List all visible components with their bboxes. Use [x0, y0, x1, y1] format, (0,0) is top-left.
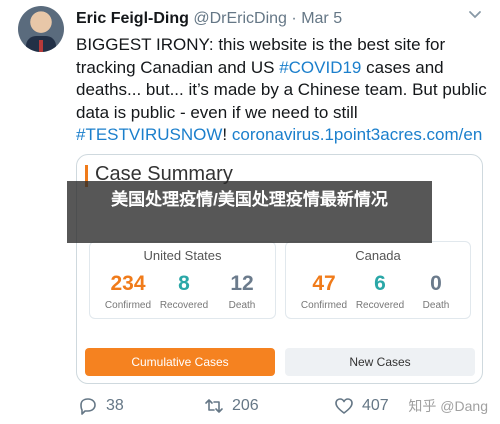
- death-label: Death: [422, 300, 450, 311]
- canada-death-value: 0: [430, 272, 442, 295]
- stat-death: 0 Death: [406, 272, 466, 311]
- avatar[interactable]: [18, 6, 64, 52]
- tweet-line: deaths... but... it’s made by a Chinese …: [76, 80, 487, 99]
- tweet-line: data is public - even if we need to stil…: [76, 102, 358, 122]
- tweet-link[interactable]: coronavirus.1point3acres.com/en: [232, 125, 482, 144]
- tweet-header: Eric Feigl-Ding @DrEricDing · Mar 5: [76, 10, 342, 30]
- cumulative-cases-button[interactable]: Cumulative Cases: [85, 348, 275, 376]
- tweet-text: BIGGEST IRONY: this website is the best …: [76, 34, 487, 147]
- canada-confirmed-value: 47: [312, 272, 336, 295]
- confirmed-label: Confirmed: [300, 300, 348, 311]
- retweet-icon: [205, 399, 223, 413]
- panel-title-canada: Canada: [355, 248, 401, 263]
- caption-text: 美国处理疫情/美国处理疫情最新情况: [111, 190, 388, 209]
- stat-recovered: 6 Recovered: [350, 272, 410, 311]
- header-separator: ·: [291, 10, 297, 27]
- avatar-tie: [39, 40, 43, 52]
- us-confirmed-value: 234: [110, 272, 146, 295]
- tweet-line: tracking Canadian and US #COVID19 cases …: [76, 57, 444, 77]
- stat-confirmed: 234 Confirmed: [98, 272, 158, 311]
- reply-count: 38: [106, 397, 124, 414]
- us-summary-panel: United States 234 Confirmed 8 Recovered …: [89, 241, 276, 319]
- tweet-date[interactable]: Mar 5: [301, 10, 342, 27]
- heart-icon: [335, 398, 353, 414]
- watermark: 知乎 @Dang: [408, 398, 488, 414]
- like-button[interactable]: 407: [334, 396, 389, 416]
- confirmed-label: Confirmed: [104, 300, 152, 311]
- retweet-count: 206: [232, 397, 259, 414]
- like-count: 407: [362, 397, 389, 414]
- reply-icon: [80, 398, 96, 415]
- author-name[interactable]: Eric Feigl-Ding: [76, 10, 189, 27]
- new-cases-button[interactable]: New Cases: [285, 348, 475, 376]
- panel-title-us: United States: [143, 248, 222, 263]
- us-recovered-value: 8: [178, 272, 190, 295]
- tweet-line: BIGGEST IRONY: this website is the best …: [76, 35, 446, 54]
- tweet-line: #TESTVIRUSNOW! coronavirus.1point3acres.…: [76, 125, 483, 144]
- death-label: Death: [228, 300, 256, 311]
- hashtag-testvirusnow[interactable]: #TESTVIRUSNOW: [76, 125, 222, 144]
- canada-summary-panel: Canada 47 Confirmed 6 Recovered 0 Death: [285, 241, 471, 319]
- canada-recovered-value: 6: [374, 272, 386, 295]
- us-death-value: 12: [230, 272, 254, 295]
- caption-overlay: 美国处理疫情/美国处理疫情最新情况: [67, 181, 432, 243]
- recovered-label: Recovered: [355, 300, 405, 311]
- recovered-label: Recovered: [159, 300, 209, 311]
- author-handle[interactable]: @DrEricDing: [193, 10, 287, 27]
- chevron-down-icon[interactable]: [468, 8, 482, 22]
- stat-recovered: 8 Recovered: [154, 272, 214, 311]
- stat-confirmed: 47 Confirmed: [294, 272, 354, 311]
- reply-button[interactable]: 38: [78, 396, 124, 416]
- stat-death: 12 Death: [212, 272, 272, 311]
- hashtag-covid19[interactable]: #COVID19: [279, 58, 361, 77]
- retweet-button[interactable]: 206: [204, 396, 259, 416]
